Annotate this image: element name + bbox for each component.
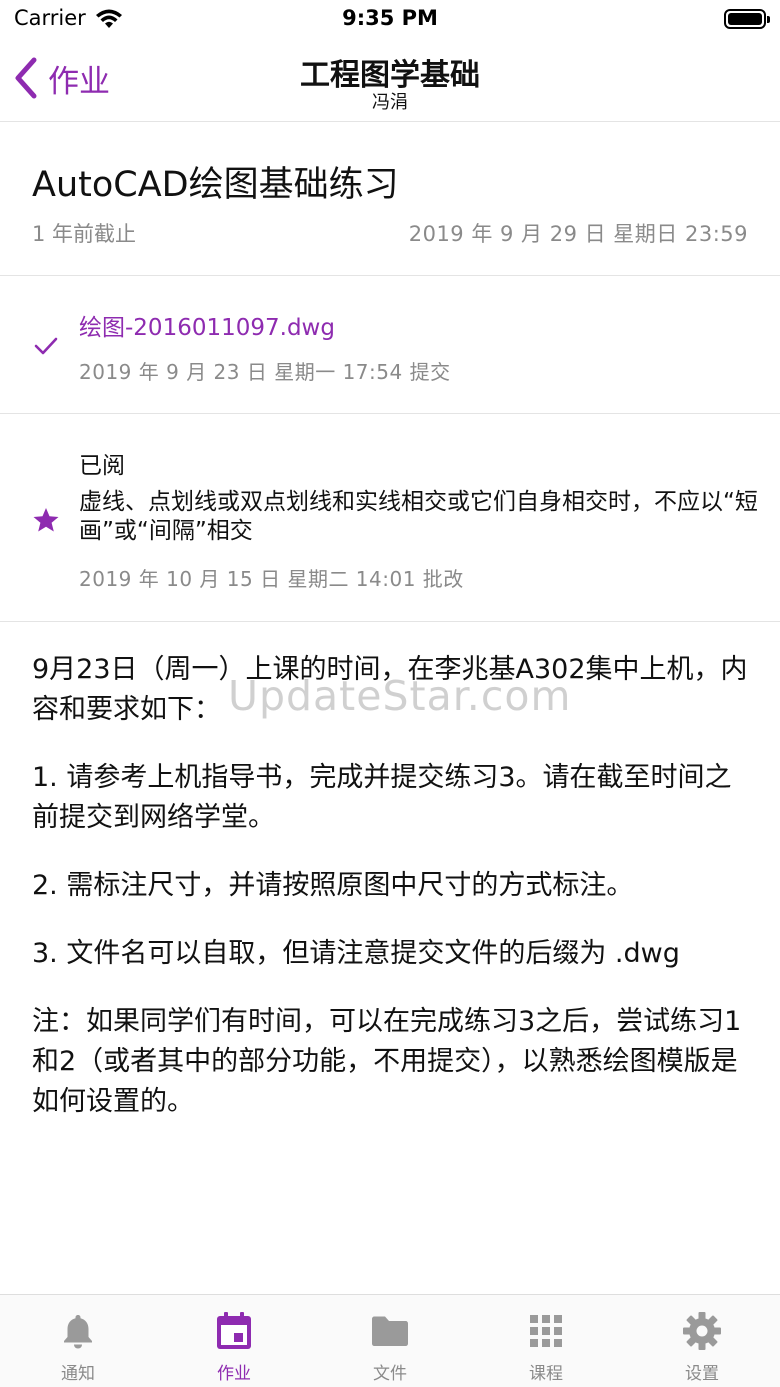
calendar-icon bbox=[217, 1312, 251, 1349]
homework-header: AutoCAD绘图基础练习 1 年前截止 2019 年 9 月 29 日 星期日… bbox=[0, 122, 780, 276]
tab-settings[interactable]: 设置 bbox=[624, 1295, 780, 1387]
status-time: 9:35 PM bbox=[342, 6, 438, 30]
submission-row[interactable]: 绘图-2016011097.dwg 2019 年 9 月 23 日 星期一 17… bbox=[0, 276, 780, 414]
grade-status: 已阅 bbox=[79, 453, 125, 479]
tab-label: 文件 bbox=[373, 1364, 407, 1384]
homework-description: 9月23日（周一）上课的时间，在李兆基A302集中上机，内容和要求如下： 1. … bbox=[32, 650, 752, 1150]
bell-icon bbox=[64, 1315, 92, 1349]
submission-time: 2019 年 9 月 23 日 星期一 17:54 提交 bbox=[79, 360, 451, 384]
tab-courses[interactable]: 课程 bbox=[468, 1295, 624, 1387]
check-icon bbox=[34, 337, 58, 355]
tab-notifications[interactable]: 通知 bbox=[0, 1295, 156, 1387]
tab-bar: 通知 作业 文件 课程 设置 bbox=[0, 1294, 780, 1387]
grade-comment: 虚线、点划线或双点划线和实线相交或它们自身相交时，不应以“短画”或“间隔”相交 bbox=[79, 489, 758, 544]
tab-homework[interactable]: 作业 bbox=[156, 1295, 312, 1387]
submitted-file-link[interactable]: 绘图-2016011097.dwg bbox=[79, 308, 335, 342]
tab-label: 设置 bbox=[685, 1364, 719, 1384]
deadline-relative: 1 年前截止 bbox=[32, 222, 137, 246]
gear-icon bbox=[683, 1312, 721, 1350]
tab-label: 课程 bbox=[529, 1364, 563, 1384]
description-paragraph: 2. 需标注尺寸，并请按照原图中尺寸的方式标注。 bbox=[32, 870, 634, 901]
star-icon bbox=[33, 508, 59, 532]
teacher-name: 冯涓 bbox=[372, 92, 408, 113]
status-bar: Carrier 9:35 PM bbox=[0, 0, 780, 40]
tab-label: 作业 bbox=[217, 1364, 251, 1384]
grid-icon bbox=[530, 1315, 562, 1347]
grade-row: 已阅 虚线、点划线或双点划线和实线相交或它们自身相交时，不应以“短画”或“间隔”… bbox=[0, 414, 780, 622]
battery-icon bbox=[724, 9, 770, 29]
homework-title: AutoCAD绘图基础练习 bbox=[32, 165, 399, 205]
tab-label: 通知 bbox=[61, 1364, 95, 1384]
description-paragraph: 9月23日（周一）上课的时间，在李兆基A302集中上机，内容和要求如下： bbox=[32, 654, 748, 725]
description-paragraph: 注：如果同学们有时间，可以在完成练习3之后，尝试练习1和2（或者其中的部分功能，… bbox=[32, 1006, 742, 1117]
folder-icon bbox=[372, 1316, 408, 1346]
tab-files[interactable]: 文件 bbox=[312, 1295, 468, 1387]
deadline-date: 2019 年 9 月 29 日 星期日 23:59 bbox=[408, 222, 748, 246]
description-paragraph: 3. 文件名可以自取，但请注意提交文件的后缀为 .dwg bbox=[32, 938, 680, 969]
navigation-bar: 作业 工程图学基础 冯涓 bbox=[0, 40, 780, 122]
grade-time: 2019 年 10 月 15 日 星期二 14:01 批改 bbox=[79, 567, 464, 591]
description-paragraph: 1. 请参考上机指导书，完成并提交练习3。请在截至时间之前提交到网络学堂。 bbox=[32, 762, 732, 833]
